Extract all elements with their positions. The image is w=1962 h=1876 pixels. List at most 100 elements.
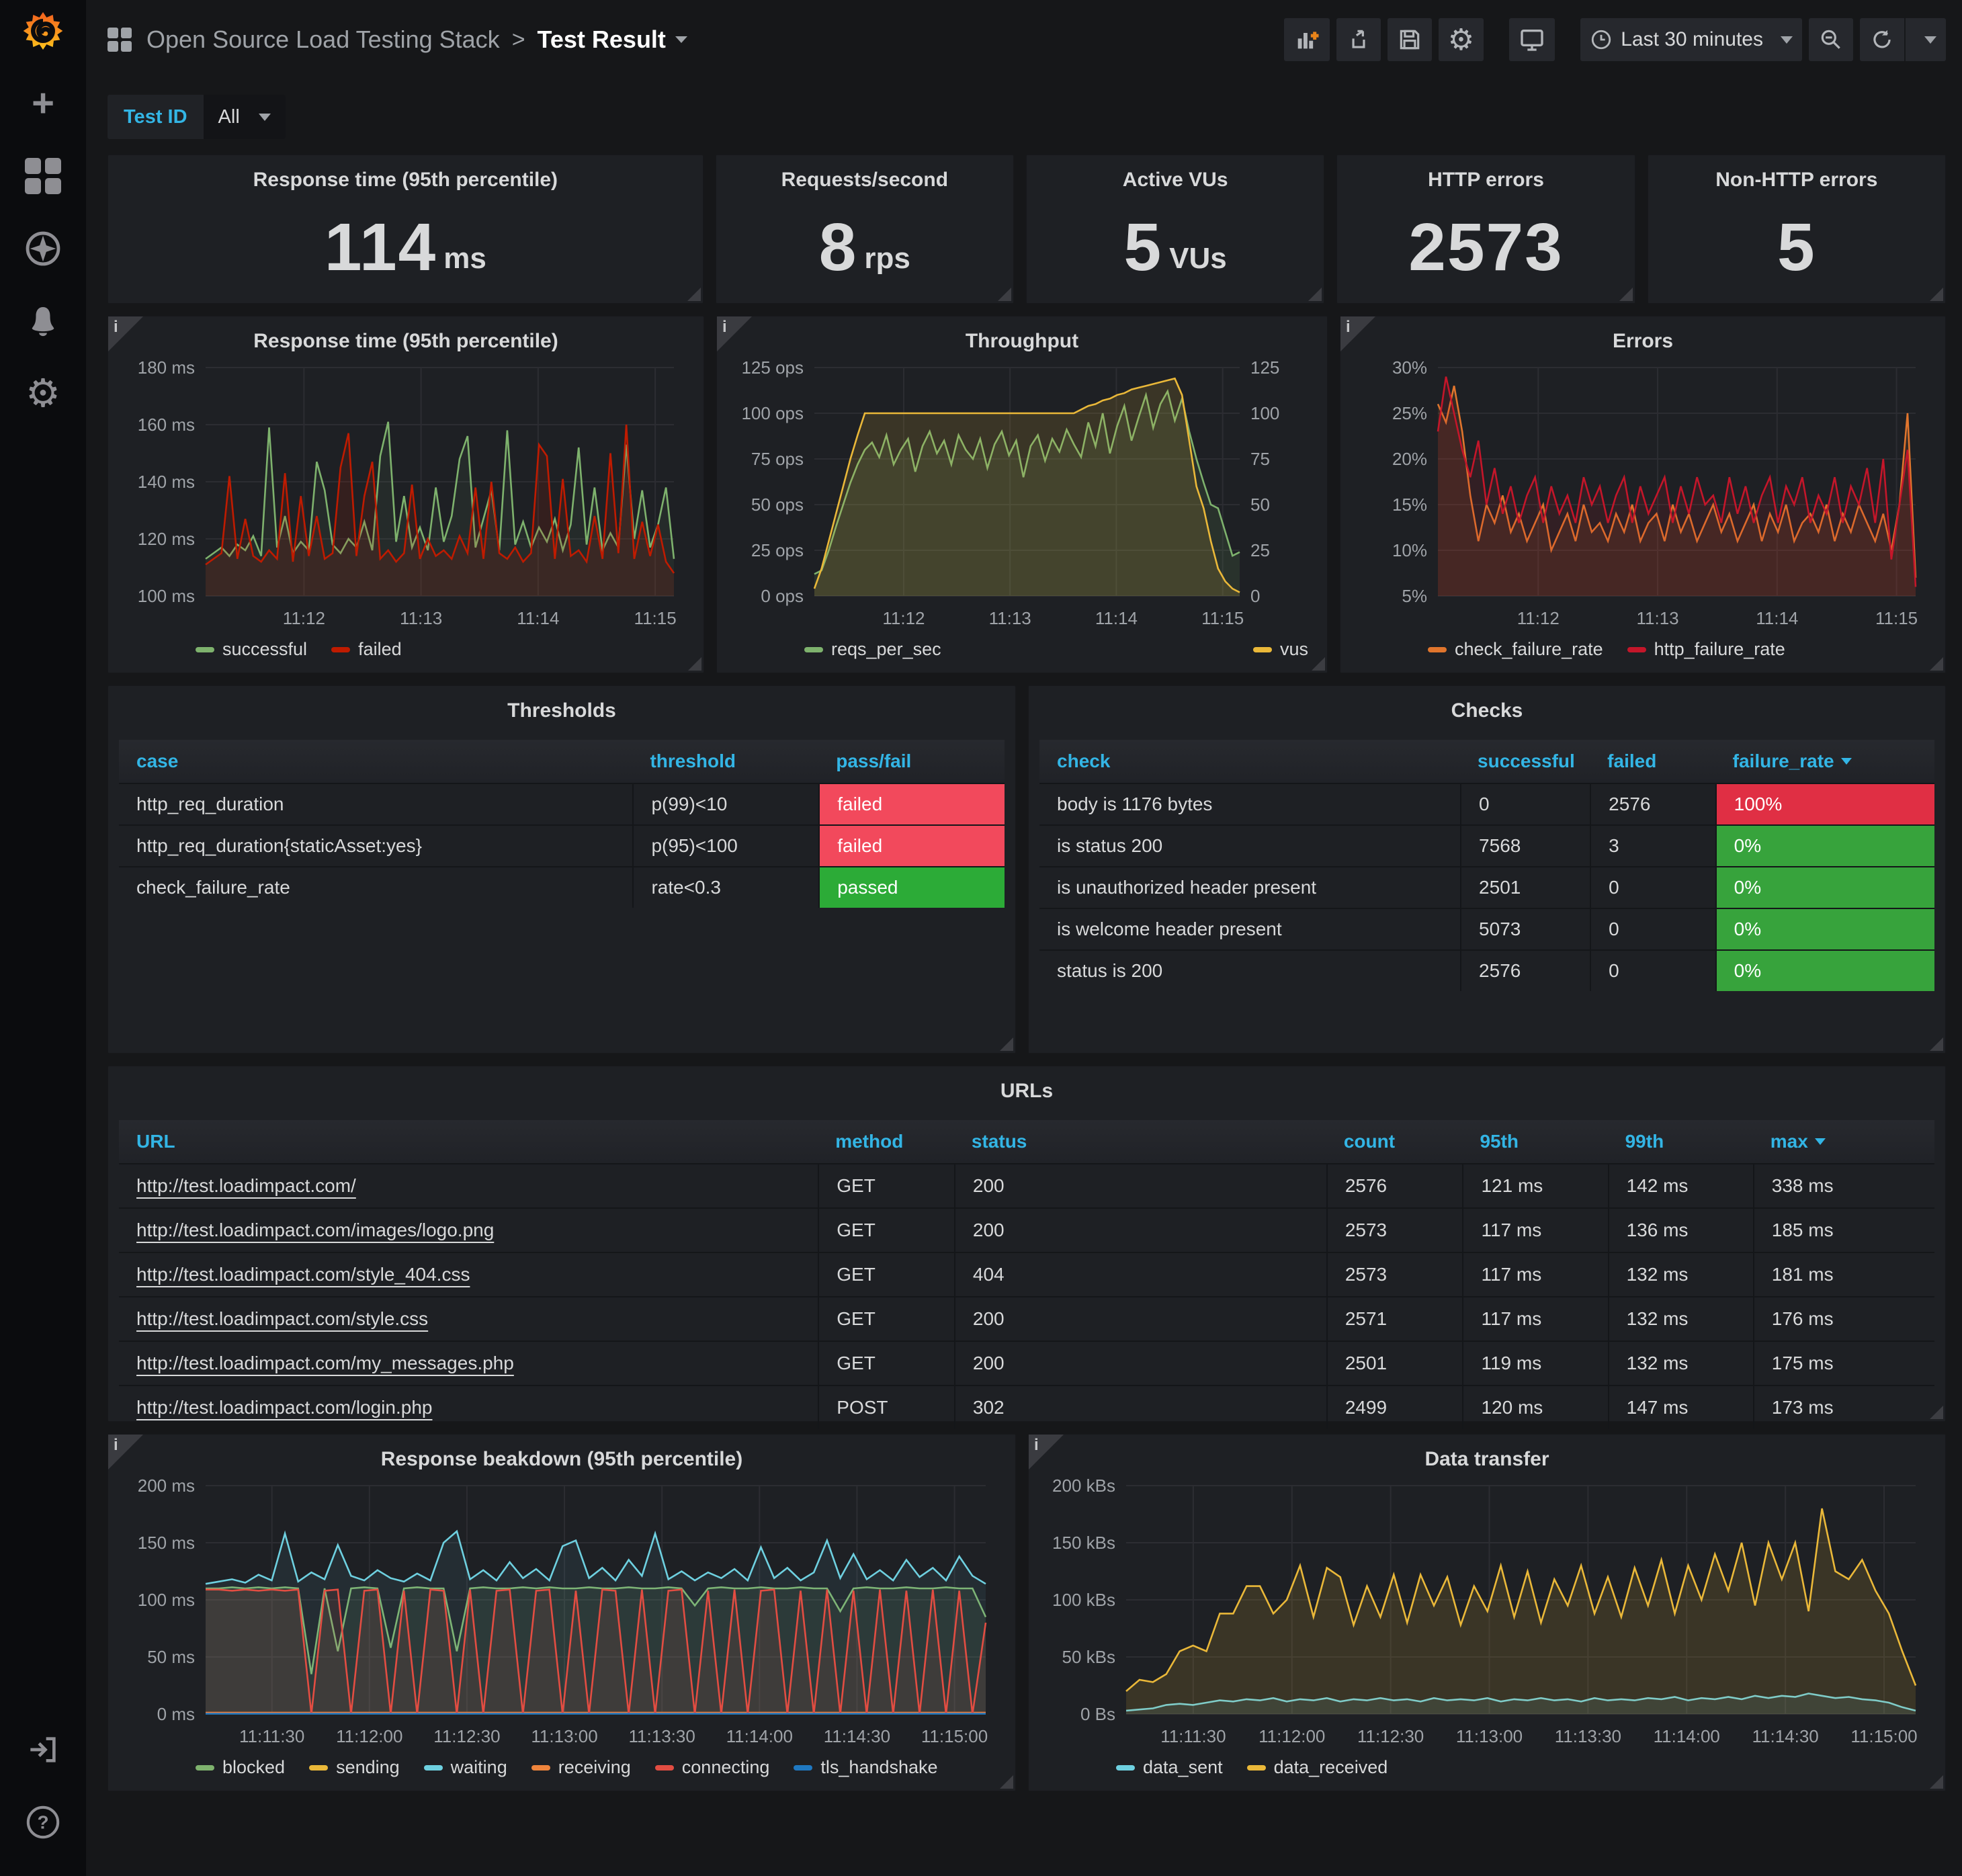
legend-item-data_received[interactable]: data_received: [1247, 1757, 1388, 1778]
sign-in-icon[interactable]: [22, 1728, 65, 1771]
status-badge: passed: [820, 867, 1005, 908]
column-header[interactable]: 99th: [1608, 1131, 1753, 1152]
column-header[interactable]: method: [818, 1131, 954, 1152]
url-link[interactable]: http://test.loadimpact.com/images/logo.p…: [136, 1220, 494, 1241]
column-header[interactable]: check: [1039, 751, 1460, 772]
response-time-chart[interactable]: 100 ms120 ms140 ms160 ms180 ms11:1211:13…: [115, 357, 697, 637]
resize-handle[interactable]: [1619, 288, 1633, 301]
breadcrumb-dashboard[interactable]: Open Source Load Testing Stack: [146, 26, 500, 54]
save-button[interactable]: [1388, 18, 1432, 61]
create-plus-icon[interactable]: +: [22, 82, 65, 125]
legend-item-successful[interactable]: successful: [196, 639, 307, 660]
legend-item-check_failure_rate[interactable]: check_failure_rate: [1428, 639, 1603, 660]
explore-compass-icon[interactable]: [22, 227, 65, 270]
resize-handle[interactable]: [1312, 657, 1325, 671]
url-link[interactable]: http://test.loadimpact.com/style.css: [136, 1308, 428, 1330]
panel-info-icon[interactable]: i: [717, 316, 752, 351]
column-header[interactable]: max: [1753, 1131, 1934, 1152]
url-link[interactable]: http://test.loadimpact.com/style_404.css: [136, 1264, 470, 1285]
testid-filter-value[interactable]: All: [204, 95, 286, 139]
breadcrumb-page[interactable]: Test Result: [538, 26, 666, 54]
resize-handle[interactable]: [998, 288, 1011, 301]
legend-item-waiting[interactable]: waiting: [424, 1757, 507, 1778]
time-range-picker[interactable]: Last 30 minutes: [1580, 18, 1802, 61]
svg-text:11:13: 11:13: [989, 608, 1031, 628]
column-header[interactable]: status: [954, 1131, 1326, 1152]
column-header[interactable]: successful: [1460, 751, 1590, 772]
table-cell: is status 200: [1039, 826, 1460, 866]
legend-item-receiving[interactable]: receiving: [531, 1757, 631, 1778]
resize-handle[interactable]: [1930, 1037, 1943, 1051]
table-cell: 2573: [1326, 1209, 1463, 1252]
table-cell: 0: [1590, 867, 1715, 908]
panel-stat-response-time[interactable]: Response time (95th percentile) 114ms: [108, 155, 703, 304]
legend-item-sending[interactable]: sending: [309, 1757, 400, 1778]
grafana-logo[interactable]: [22, 9, 65, 52]
svg-text:11:12:30: 11:12:30: [1357, 1726, 1424, 1746]
chart-canvas: 0 Bs50 kBs100 kBs150 kBs200 kBs11:11:301…: [1035, 1475, 1938, 1752]
legend-color-dash: [196, 1765, 214, 1771]
svg-text:11:15:00: 11:15:00: [921, 1726, 988, 1746]
share-button[interactable]: [1336, 18, 1381, 61]
panel-stat-active-vus[interactable]: Active VUs 5VUs: [1026, 155, 1324, 304]
table-row: http_req_duration{staticAsset:yes}p(95)<…: [119, 824, 1005, 866]
url-link[interactable]: http://test.loadimpact.com/: [136, 1175, 356, 1197]
errors-chart[interactable]: 5%10%15%20%25%30%11:1211:1311:1411:15: [1347, 357, 1938, 637]
legend-item-connecting[interactable]: connecting: [655, 1757, 770, 1778]
panel-stat-requests-per-second[interactable]: Requests/second 8rps: [716, 155, 1014, 304]
svg-text:10%: 10%: [1392, 540, 1427, 560]
column-header[interactable]: 95th: [1462, 1131, 1607, 1152]
chevron-down-icon[interactable]: [675, 36, 687, 43]
legend-item-tls_handshake[interactable]: tls_handshake: [794, 1757, 937, 1778]
table-cell: http_req_duration: [119, 784, 632, 824]
resize-handle[interactable]: [688, 657, 701, 671]
panel-title: Throughput: [717, 316, 1327, 353]
zoom-out-button[interactable]: [1809, 18, 1853, 61]
legend-item-http_failure_rate[interactable]: http_failure_rate: [1627, 639, 1785, 660]
resize-handle[interactable]: [1000, 1037, 1013, 1051]
dashboard-grid-icon[interactable]: [108, 28, 132, 52]
column-header[interactable]: case: [119, 751, 632, 772]
settings-gear-button[interactable]: ⚙: [1439, 18, 1484, 61]
url-link[interactable]: http://test.loadimpact.com/login.php: [136, 1397, 432, 1418]
response-breakdown-chart[interactable]: 0 ms50 ms100 ms150 ms200 ms11:11:3011:12…: [115, 1475, 1009, 1755]
resize-handle[interactable]: [1930, 288, 1943, 301]
legend-item-vus[interactable]: vus: [1253, 639, 1308, 660]
time-range-label: Last 30 minutes: [1621, 28, 1763, 51]
alerting-bell-icon[interactable]: [22, 300, 65, 343]
legend-item-reqs_per_sec[interactable]: reqs_per_sec: [804, 639, 941, 660]
resize-handle[interactable]: [1930, 657, 1943, 671]
add-panel-button[interactable]: [1284, 18, 1330, 61]
legend-item-blocked[interactable]: blocked: [196, 1757, 285, 1778]
settings-gear-icon[interactable]: ⚙: [22, 372, 65, 415]
panel-stat-non-http-errors[interactable]: Non-HTTP errors 5: [1648, 155, 1946, 304]
help-icon[interactable]: ?: [22, 1801, 65, 1844]
refresh-interval-dropdown[interactable]: [1904, 18, 1946, 61]
resize-handle[interactable]: [1000, 1775, 1013, 1789]
resize-handle[interactable]: [687, 288, 701, 301]
column-header[interactable]: failure_rate: [1715, 751, 1934, 772]
dashboards-icon[interactable]: [22, 155, 65, 198]
panel-info-icon[interactable]: i: [1029, 1435, 1064, 1469]
resize-handle[interactable]: [1930, 1775, 1943, 1789]
resize-handle[interactable]: [1308, 288, 1322, 301]
refresh-button[interactable]: [1860, 18, 1904, 61]
column-header[interactable]: failed: [1590, 751, 1715, 772]
column-header[interactable]: URL: [119, 1131, 818, 1152]
legend-item-failed[interactable]: failed: [331, 639, 402, 660]
column-header[interactable]: pass/fail: [818, 751, 1005, 772]
url-link[interactable]: http://test.loadimpact.com/my_messages.p…: [136, 1353, 514, 1374]
panel-stat-http-errors[interactable]: HTTP errors 2573: [1336, 155, 1635, 304]
panel-info-icon[interactable]: i: [1340, 316, 1375, 351]
resize-handle[interactable]: [1930, 1406, 1943, 1419]
legend-item-data_sent[interactable]: data_sent: [1116, 1757, 1223, 1778]
throughput-chart[interactable]: 0 ops025 ops2550 ops5075 ops75100 ops100…: [724, 357, 1320, 637]
panel-urls: URLs URLmethodstatuscount95th99thmaxhttp…: [108, 1066, 1946, 1422]
kiosk-monitor-button[interactable]: [1509, 18, 1555, 61]
column-header[interactable]: count: [1326, 1131, 1463, 1152]
table-header-row: casethresholdpass/fail: [119, 740, 1005, 783]
data-transfer-chart[interactable]: 0 Bs50 kBs100 kBs150 kBs200 kBs11:11:301…: [1035, 1475, 1938, 1755]
panel-info-icon[interactable]: i: [108, 316, 143, 351]
panel-info-icon[interactable]: i: [108, 1435, 143, 1469]
column-header[interactable]: threshold: [632, 751, 818, 772]
